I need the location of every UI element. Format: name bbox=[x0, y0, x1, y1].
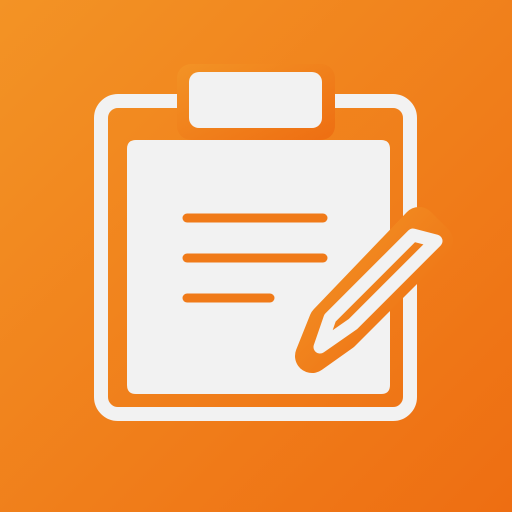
clipboard-clip bbox=[189, 72, 322, 128]
clipboard-paper bbox=[127, 140, 390, 394]
clipboard-pencil-icon bbox=[0, 0, 512, 512]
app-icon bbox=[0, 0, 512, 512]
